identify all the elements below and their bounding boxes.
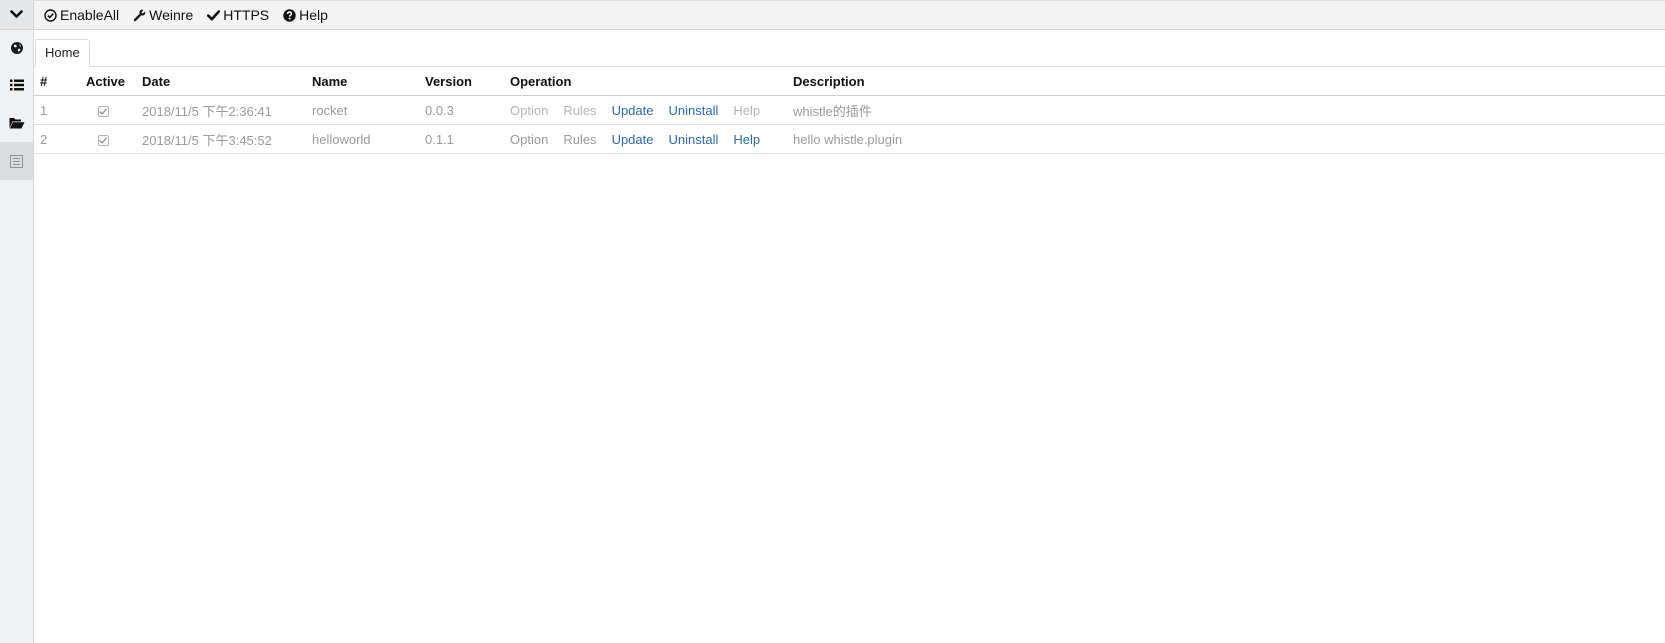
- question-circle-icon: [283, 8, 296, 22]
- sidebar-item-plugins[interactable]: [0, 142, 33, 180]
- tab-bar: Home: [34, 30, 1665, 67]
- operation-cell: Option Rules Update Uninstall Help: [510, 95, 793, 125]
- https-button[interactable]: HTTPS: [207, 7, 269, 23]
- row-date: 2018/11/5 下午3:45:52: [142, 124, 312, 154]
- update-link[interactable]: Update: [612, 132, 654, 147]
- weinre-label: Weinre: [149, 7, 194, 23]
- column-header-name: Name: [312, 67, 425, 96]
- row-name: helloworld: [312, 124, 425, 154]
- list-icon: [9, 79, 24, 91]
- chevron-down-icon: [10, 10, 23, 18]
- weinre-button[interactable]: Weinre: [133, 7, 193, 23]
- plugins-icon: [10, 154, 23, 168]
- sidebar: [0, 0, 34, 643]
- row-index: 1: [34, 95, 86, 125]
- column-header-date: Date: [142, 67, 312, 96]
- sidebar-item-rules[interactable]: [0, 66, 33, 104]
- column-header-index: #: [34, 67, 86, 96]
- collapse-toggle[interactable]: [0, 0, 33, 30]
- check-circle-icon: [44, 8, 57, 22]
- sidebar-item-values[interactable]: [0, 104, 33, 142]
- enable-all-button[interactable]: EnableAll: [44, 7, 119, 23]
- rules-link[interactable]: Rules: [563, 103, 596, 118]
- check-icon: [207, 9, 221, 20]
- table-row: 1 2018/11/5 下午2:36:41 rocket 0.0.3 Optio…: [34, 95, 1665, 125]
- column-header-operation: Operation: [510, 67, 793, 96]
- help-link[interactable]: Help: [733, 132, 760, 147]
- plugins-table: # Active Date Name Version Operation Des…: [34, 67, 1665, 154]
- row-description: hello whistle.plugin: [793, 124, 1665, 154]
- row-index: 2: [34, 124, 86, 154]
- plugins-panel: Home # Active Date Name Version Operatio…: [34, 30, 1665, 643]
- active-checkbox[interactable]: [98, 134, 109, 146]
- app-window: EnableAll Weinre HTTPS Help Home # Activ…: [0, 0, 1665, 643]
- help-button[interactable]: Help: [283, 7, 328, 23]
- https-label: HTTPS: [223, 7, 270, 23]
- uninstall-link[interactable]: Uninstall: [668, 132, 718, 147]
- column-header-description: Description: [793, 67, 1665, 96]
- row-version: 0.0.3: [425, 95, 510, 125]
- table-row: 2 2018/11/5 下午3:45:52 helloworld 0.1.1 O…: [34, 124, 1665, 154]
- tab-home[interactable]: Home: [35, 39, 90, 67]
- row-name: rocket: [312, 95, 425, 125]
- toolbar: EnableAll Weinre HTTPS Help: [34, 0, 1665, 30]
- help-link[interactable]: Help: [733, 103, 760, 118]
- globe-icon: [10, 42, 23, 54]
- help-label: Help: [299, 7, 328, 23]
- option-link[interactable]: Option: [510, 103, 548, 118]
- column-header-active: Active: [86, 67, 142, 96]
- active-cell: [86, 95, 142, 125]
- enable-all-label: EnableAll: [60, 7, 120, 23]
- wrench-icon: [133, 9, 146, 21]
- update-link[interactable]: Update: [612, 103, 654, 118]
- row-description: whistle的插件: [793, 95, 1665, 125]
- folder-open-icon: [9, 118, 24, 129]
- rules-link[interactable]: Rules: [563, 132, 596, 147]
- row-version: 0.1.1: [425, 124, 510, 154]
- option-link[interactable]: Option: [510, 132, 548, 147]
- active-checkbox[interactable]: [98, 105, 109, 117]
- operation-cell: Option Rules Update Uninstall Help: [510, 124, 793, 154]
- column-header-version: Version: [425, 67, 510, 96]
- table-header-row: # Active Date Name Version Operation Des…: [34, 67, 1665, 96]
- active-cell: [86, 124, 142, 154]
- sidebar-item-network[interactable]: [0, 29, 33, 67]
- uninstall-link[interactable]: Uninstall: [668, 103, 718, 118]
- row-date: 2018/11/5 下午2:36:41: [142, 95, 312, 125]
